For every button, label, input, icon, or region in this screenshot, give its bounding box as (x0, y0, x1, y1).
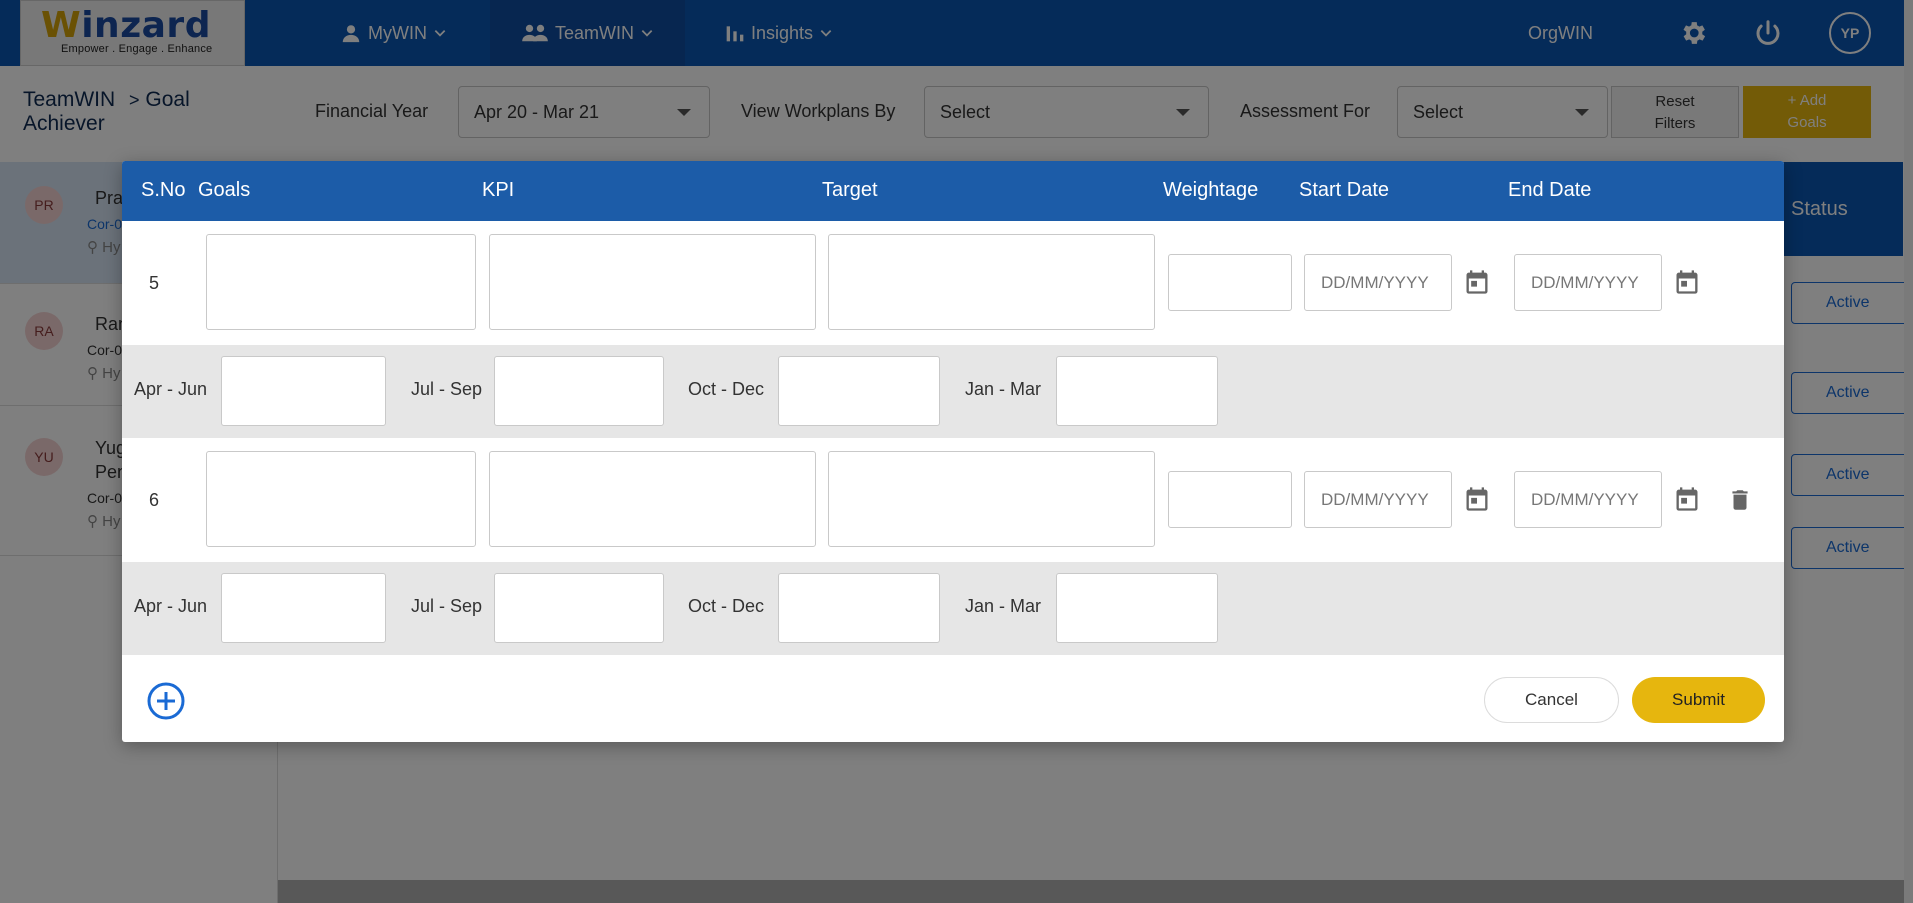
header-sno: S.No (141, 179, 186, 201)
submit-button[interactable]: Submit (1632, 677, 1765, 723)
vertical-scrollbar[interactable] (1904, 0, 1913, 903)
header-goals: Goals (198, 179, 251, 201)
quarter-input-q1[interactable] (221, 356, 386, 426)
quarter-label: Jan - Mar (965, 379, 1042, 399)
goal-row: 6 DD/MM/YYYY DD/MM/YYYY (122, 438, 1784, 562)
quarter-label: Jan - Mar (965, 596, 1042, 616)
kpi-input[interactable] (489, 451, 816, 547)
row-number: 6 (149, 490, 160, 510)
quarter-label: Oct - Dec (688, 596, 765, 616)
goals-input[interactable] (206, 451, 476, 547)
calendar-icon[interactable] (1463, 268, 1491, 296)
goal-row: 5 DD/MM/YYYY DD/MM/YYYY (122, 221, 1784, 345)
quarter-input-q4[interactable] (1056, 573, 1218, 643)
header-end-date: End Date (1508, 179, 1592, 201)
goals-input[interactable] (206, 234, 476, 330)
goals-table-header: S.No Goals KPI Target Weightage Start Da… (122, 161, 1784, 221)
calendar-icon[interactable] (1673, 485, 1701, 513)
quarter-label: Apr - Jun (134, 596, 208, 616)
quarter-input-q2[interactable] (494, 573, 664, 643)
quarter-label: Apr - Jun (134, 379, 208, 399)
quarter-input-q2[interactable] (494, 356, 664, 426)
header-kpi: KPI (482, 179, 515, 201)
quarter-input-q3[interactable] (778, 356, 940, 426)
quarter-input-q1[interactable] (221, 573, 386, 643)
calendar-icon[interactable] (1673, 268, 1701, 296)
quarter-input-q4[interactable] (1056, 356, 1218, 426)
quarter-row: Apr - Jun Jul - Sep Oct - Dec Jan - Mar (122, 562, 1784, 655)
weightage-input[interactable] (1168, 254, 1292, 311)
header-start-date: Start Date (1299, 179, 1390, 201)
kpi-input[interactable] (489, 234, 816, 330)
date-placeholder: DD/MM/YYYY (1531, 272, 1639, 292)
end-date-input[interactable]: DD/MM/YYYY (1514, 254, 1662, 311)
quarter-label: Oct - Dec (688, 379, 765, 399)
target-input[interactable] (828, 451, 1155, 547)
weightage-input[interactable] (1168, 471, 1292, 528)
row-number: 5 (149, 273, 160, 293)
add-row-icon[interactable] (146, 681, 186, 721)
quarter-label: Jul - Sep (411, 379, 483, 399)
date-placeholder: DD/MM/YYYY (1321, 489, 1429, 509)
start-date-input[interactable]: DD/MM/YYYY (1304, 471, 1452, 528)
end-date-input[interactable]: DD/MM/YYYY (1514, 471, 1662, 528)
date-placeholder: DD/MM/YYYY (1531, 489, 1639, 509)
target-input[interactable] (828, 234, 1155, 330)
quarter-input-q3[interactable] (778, 573, 940, 643)
quarter-label: Jul - Sep (411, 596, 483, 616)
trash-icon[interactable] (1727, 486, 1753, 514)
calendar-icon[interactable] (1463, 485, 1491, 513)
header-weightage: Weightage (1163, 179, 1259, 201)
start-date-input[interactable]: DD/MM/YYYY (1304, 254, 1452, 311)
cancel-button[interactable]: Cancel (1484, 677, 1619, 723)
add-goals-modal: S.No Goals KPI Target Weightage Start Da… (122, 161, 1784, 742)
date-placeholder: DD/MM/YYYY (1321, 272, 1429, 292)
quarter-row: Apr - Jun Jul - Sep Oct - Dec Jan - Mar (122, 345, 1784, 438)
header-target: Target (822, 179, 878, 201)
